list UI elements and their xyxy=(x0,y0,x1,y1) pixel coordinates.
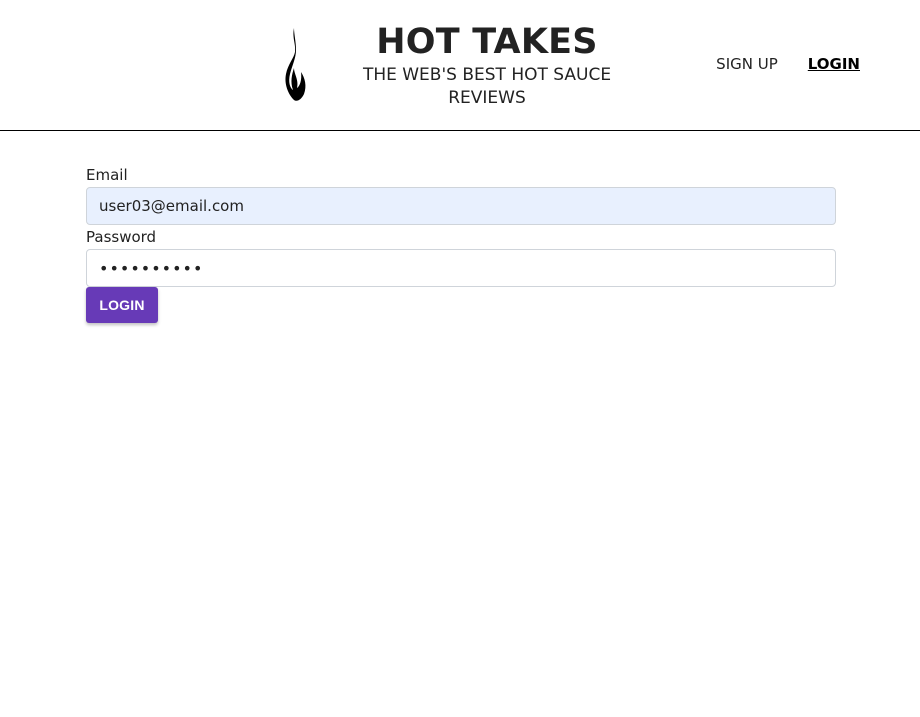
site-header: HOT TAKES THE WEB'S BEST HOT SAUCE REVIE… xyxy=(0,0,920,131)
top-nav: SIGN UP LOGIN xyxy=(716,54,860,74)
password-value: •••••••••• xyxy=(99,258,204,278)
site-title: HOT TAKES xyxy=(376,22,598,62)
brand: HOT TAKES THE WEB'S BEST HOT SAUCE REVIE… xyxy=(337,20,637,110)
email-label: Email xyxy=(86,166,128,184)
login-button[interactable]: LOGIN xyxy=(86,287,158,323)
email-value: user03@email.com xyxy=(99,197,244,215)
login-link[interactable]: LOGIN xyxy=(808,54,860,74)
site-subtitle-line1: THE WEB'S BEST HOT SAUCE xyxy=(362,65,612,85)
email-field[interactable]: user03@email.com xyxy=(86,187,836,225)
site-subtitle-line2: REVIEWS xyxy=(448,88,526,108)
site-subtitle: THE WEB'S BEST HOT SAUCE REVIEWS xyxy=(337,64,637,110)
login-form: Email user03@email.com Password ••••••••… xyxy=(86,165,836,323)
flame-icon xyxy=(285,28,306,101)
password-field[interactable]: •••••••••• xyxy=(86,249,836,287)
password-label: Password xyxy=(86,228,157,246)
signup-link[interactable]: SIGN UP xyxy=(716,54,778,74)
